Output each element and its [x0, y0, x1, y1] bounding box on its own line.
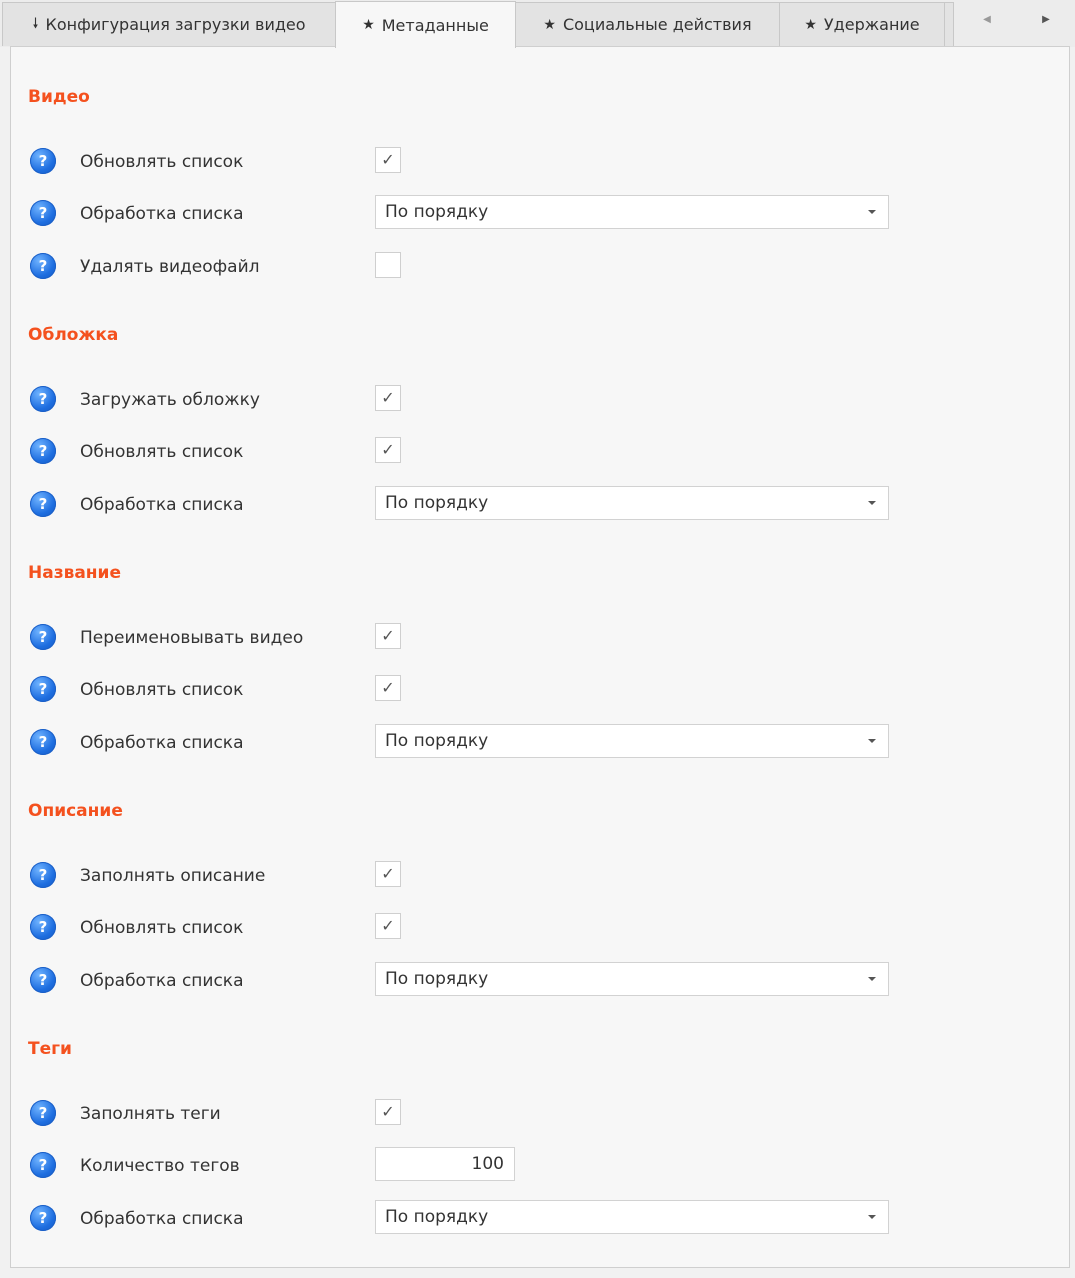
setting-label: Удалять видеофайл: [80, 257, 260, 277]
tab-upload-config[interactable]: 🠗 Конфигурация загрузки видео: [2, 2, 336, 46]
setting-label: Обработка списка: [80, 971, 244, 991]
setting-checkbox[interactable]: [375, 252, 401, 278]
setting-row: ? Переименовывать видео ✓: [30, 622, 890, 656]
setting-row: ? Обработка списка По порядку: [30, 724, 890, 761]
tab-retention[interactable]: ★ Удержание: [779, 2, 945, 46]
setting-row: ? Загружать обложку ✓: [30, 384, 890, 418]
dropdown-arrow-icon: [868, 977, 876, 981]
help-icon[interactable]: ?: [30, 729, 56, 755]
help-icon[interactable]: ?: [30, 386, 56, 412]
setting-checkbox[interactable]: ✓: [375, 623, 401, 649]
tab-label: Метаданные: [381, 15, 489, 35]
processing-select[interactable]: По порядку: [375, 1200, 889, 1234]
setting-row: ? Количество тегов 100: [30, 1147, 890, 1184]
setting-checkbox[interactable]: ✓: [375, 437, 401, 463]
help-icon[interactable]: ?: [30, 438, 56, 464]
help-icon[interactable]: ?: [30, 1152, 56, 1178]
tag-count-input[interactable]: 100: [375, 1147, 515, 1181]
setting-row: ? Обработка списка По порядку: [30, 962, 890, 999]
help-icon[interactable]: ?: [30, 967, 56, 993]
tab-overflow[interactable]: [944, 2, 954, 46]
setting-checkbox[interactable]: ✓: [375, 1099, 401, 1125]
setting-label: Переименовывать видео: [80, 628, 304, 648]
setting-row: ? Удалять видеофайл: [30, 251, 890, 285]
section-title: Описание: [28, 801, 123, 821]
help-icon[interactable]: ?: [30, 676, 56, 702]
select-value: По порядку: [385, 202, 489, 222]
processing-select[interactable]: По порядку: [375, 724, 889, 758]
setting-row: ? Обновлять список ✓: [30, 912, 890, 946]
help-icon[interactable]: ?: [30, 200, 56, 226]
star-icon: ★: [543, 16, 556, 33]
dropdown-arrow-icon: [868, 1215, 876, 1219]
help-icon[interactable]: ?: [30, 253, 56, 279]
section-title: Обложка: [28, 325, 119, 345]
setting-row: ? Обновлять список ✓: [30, 436, 890, 470]
select-value: По порядку: [385, 493, 489, 513]
setting-row: ? Обновлять список ✓: [30, 674, 890, 708]
setting-label: Обновлять список: [80, 152, 244, 172]
help-icon[interactable]: ?: [30, 624, 56, 650]
setting-label: Заполнять описание: [80, 866, 266, 886]
help-icon[interactable]: ?: [30, 914, 56, 940]
tab-label: Удержание: [823, 15, 920, 34]
setting-label: Количество тегов: [80, 1156, 240, 1176]
setting-row: ? Обработка списка По порядку: [30, 486, 890, 523]
processing-select[interactable]: По порядку: [375, 962, 889, 996]
help-icon[interactable]: ?: [30, 1100, 56, 1126]
dropdown-arrow-icon: [868, 501, 876, 505]
select-value: По порядку: [385, 1207, 489, 1227]
tab-label: Конфигурация загрузки видео: [45, 15, 306, 34]
setting-label: Обработка списка: [80, 204, 244, 224]
setting-checkbox[interactable]: ✓: [375, 675, 401, 701]
setting-row: ? Заполнять описание ✓: [30, 860, 890, 894]
processing-select[interactable]: По порядку: [375, 195, 889, 229]
download-arrow-icon: 🠗: [32, 15, 39, 32]
star-icon: ★: [362, 17, 375, 33]
setting-checkbox[interactable]: ✓: [375, 147, 401, 173]
section-title: Название: [28, 563, 121, 583]
setting-row: ? Обновлять список ✓: [30, 146, 890, 180]
help-icon[interactable]: ?: [30, 1205, 56, 1231]
select-value: По порядку: [385, 969, 489, 989]
tab-bar: 🠗 Конфигурация загрузки видео ★ Метаданн…: [0, 0, 1075, 48]
tab-label: Социальные действия: [562, 15, 752, 34]
number-value: 100: [471, 1154, 504, 1174]
setting-label: Заполнять теги: [80, 1104, 221, 1124]
setting-row: ? Обработка списка По порядку: [30, 1200, 890, 1237]
help-icon[interactable]: ?: [30, 491, 56, 517]
section-title: Теги: [28, 1039, 72, 1059]
setting-label: Обработка списка: [80, 495, 244, 515]
star-icon: ★: [804, 16, 817, 33]
setting-row: ? Заполнять теги ✓: [30, 1098, 890, 1132]
scroll-tabs-right-button[interactable]: ▶: [1039, 12, 1053, 28]
help-icon[interactable]: ?: [30, 148, 56, 174]
scroll-tabs-left-button[interactable]: ◀: [980, 12, 994, 28]
setting-label: Обновлять список: [80, 680, 244, 700]
setting-label: Обработка списка: [80, 733, 244, 753]
dropdown-arrow-icon: [868, 210, 876, 214]
setting-label: Обновлять список: [80, 918, 244, 938]
select-value: По порядку: [385, 731, 489, 751]
setting-row: ? Обработка списка По порядку: [30, 195, 890, 232]
tab-social-actions[interactable]: ★ Социальные действия: [515, 2, 780, 46]
setting-checkbox[interactable]: ✓: [375, 385, 401, 411]
processing-select[interactable]: По порядку: [375, 486, 889, 520]
help-icon[interactable]: ?: [30, 862, 56, 888]
section-title: Видео: [28, 87, 90, 107]
setting-label: Загружать обложку: [80, 390, 260, 410]
setting-checkbox[interactable]: ✓: [375, 861, 401, 887]
tab-metadata[interactable]: ★ Метаданные: [335, 1, 516, 48]
setting-label: Обновлять список: [80, 442, 244, 462]
dropdown-arrow-icon: [868, 739, 876, 743]
setting-checkbox[interactable]: ✓: [375, 913, 401, 939]
setting-label: Обработка списка: [80, 1209, 244, 1229]
